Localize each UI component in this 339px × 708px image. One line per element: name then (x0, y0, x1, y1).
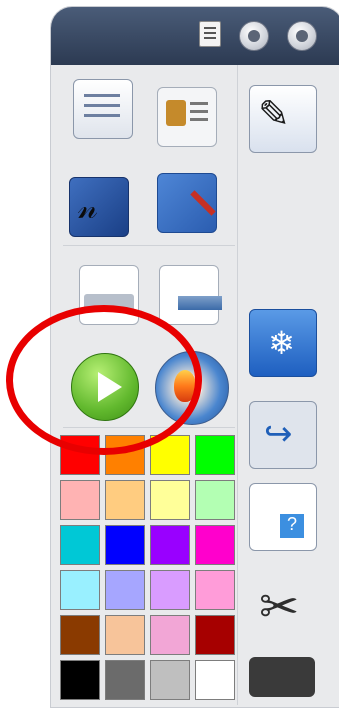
color-swatch[interactable] (150, 525, 190, 565)
color-swatch[interactable] (105, 570, 145, 610)
id-card-icon[interactable] (157, 87, 217, 147)
clipboard-paste-icon[interactable]: ↪ (249, 401, 317, 469)
snowflake-board-icon[interactable]: ❄ (249, 309, 317, 377)
color-swatch[interactable] (105, 525, 145, 565)
color-swatch[interactable] (195, 480, 235, 520)
settings-tools-icon[interactable] (157, 173, 217, 233)
color-swatch[interactable] (60, 525, 100, 565)
color-swatch[interactable] (150, 615, 190, 655)
color-swatch[interactable] (60, 660, 100, 700)
column-divider (237, 65, 238, 705)
document-icon[interactable] (199, 21, 221, 47)
toolbar-title-bar (51, 7, 339, 65)
color-swatch[interactable] (105, 480, 145, 520)
color-swatch[interactable] (150, 480, 190, 520)
user-icon[interactable] (287, 21, 317, 51)
document-help-icon[interactable]: ? (249, 483, 317, 551)
cloud-icon[interactable] (239, 21, 269, 51)
signature-icon[interactable]: 𝓃 (69, 177, 129, 237)
color-swatch[interactable] (150, 660, 190, 700)
color-swatch[interactable] (105, 615, 145, 655)
color-swatch[interactable] (150, 570, 190, 610)
color-swatch[interactable] (60, 615, 100, 655)
color-swatch[interactable] (60, 480, 100, 520)
color-swatch[interactable] (105, 660, 145, 700)
color-swatch[interactable] (195, 435, 235, 475)
color-swatch[interactable] (195, 525, 235, 565)
section-divider (63, 245, 235, 246)
scissors-icon[interactable]: ✂ (249, 573, 315, 639)
highlight-circle (6, 305, 202, 455)
color-swatch[interactable] (195, 615, 235, 655)
export-document-icon[interactable] (159, 265, 222, 325)
camera-icon[interactable] (249, 657, 315, 697)
color-swatch[interactable] (60, 570, 100, 610)
attendance-card-icon[interactable] (73, 79, 133, 139)
presenter-icon[interactable]: ✎ (249, 85, 317, 153)
color-swatch[interactable] (195, 570, 235, 610)
color-swatch[interactable] (195, 660, 235, 700)
